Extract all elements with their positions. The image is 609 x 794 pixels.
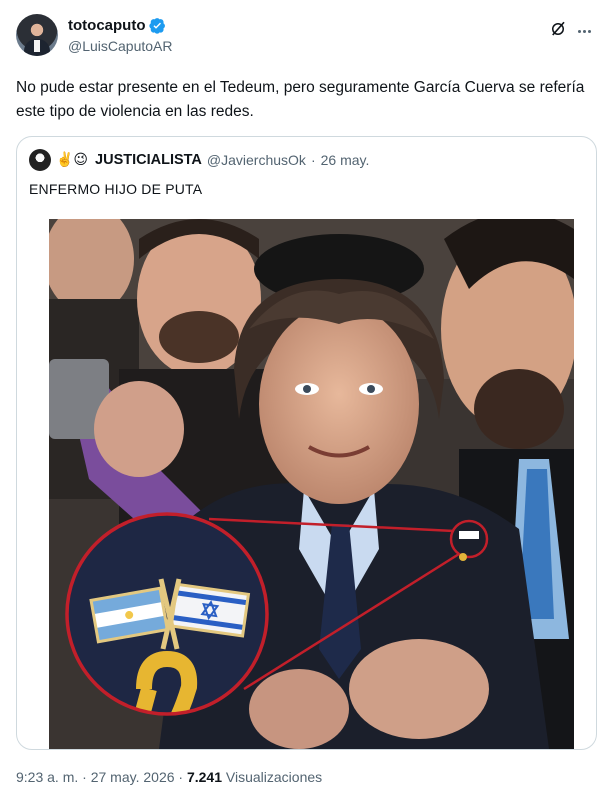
quoted-date[interactable]: 26 may. <box>321 152 370 168</box>
more-options-icon[interactable] <box>575 22 593 40</box>
footer-separator: · <box>178 769 184 785</box>
tweet-header: totocaputo @LuisCaputoAR <box>16 12 593 60</box>
post-date[interactable]: 27 may. 2026 <box>91 769 175 785</box>
tweet-footer: 9:23 a. m. · 27 may. 2026 · 7.241 Visual… <box>16 769 322 785</box>
quoted-text: ENFERMO HIJO DE PUTA <box>29 181 203 197</box>
views-label: Visualizaciones <box>225 769 323 785</box>
quoted-handle[interactable]: @JavierchusOk <box>207 152 306 168</box>
more-dot <box>577 29 581 33</box>
views-count: 7.241 <box>186 769 223 785</box>
more-dot <box>587 29 591 33</box>
post-time[interactable]: 9:23 a. m. <box>16 769 78 785</box>
quoted-tweet[interactable]: ✌️😉 JUSTICIALISTA @JavierchusOk · 26 may… <box>16 136 597 750</box>
quoted-name-emojis: ✌️😉 <box>56 152 89 168</box>
quoted-avatar[interactable] <box>29 149 51 171</box>
author-display-name[interactable]: totocaputo <box>68 17 145 34</box>
verified-badge-icon <box>149 18 166 34</box>
author-name-row: totocaputo <box>68 17 166 34</box>
grok-icon[interactable] <box>549 20 567 38</box>
avatar-shirt-shape <box>34 40 40 52</box>
photo-illustration <box>49 219 574 749</box>
author-handle[interactable]: @LuisCaputoAR <box>68 38 173 54</box>
tweet-text: No pude estar presente en el Tedeum, per… <box>16 79 585 120</box>
quoted-photo[interactable] <box>49 219 574 749</box>
tweet: totocaputo @LuisCaputoAR No pude estar p… <box>0 0 609 794</box>
quoted-separator: · <box>310 152 316 168</box>
quoted-display-name[interactable]: JUSTICIALISTA <box>95 152 202 168</box>
author-avatar[interactable] <box>16 14 58 56</box>
footer-separator: · <box>82 769 87 785</box>
quoted-header: ✌️😉 JUSTICIALISTA @JavierchusOk · 26 may… <box>29 149 369 171</box>
more-dot <box>582 29 586 33</box>
